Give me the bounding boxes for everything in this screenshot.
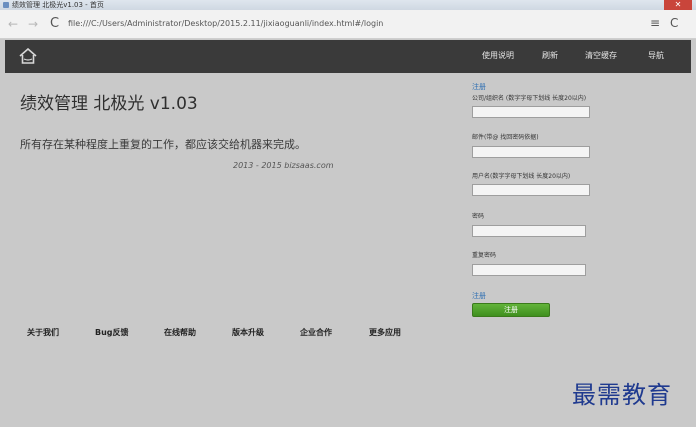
register-top-link[interactable]: 注册 [472, 83, 486, 92]
repeat-password-field-label: 重复密码 [472, 252, 497, 259]
refresh-icon[interactable]: C [670, 16, 678, 30]
browser-toolbar: ← → C file:///C:/Users/Administrator/Des… [0, 10, 696, 39]
nav-link-refresh[interactable]: 刷新 [542, 51, 558, 61]
home-icon[interactable] [19, 48, 37, 64]
window-titlebar: 绩效管理 北极光v1.03 - 首页 ✕ [0, 0, 696, 10]
nav-link-navigation[interactable]: 导航 [648, 51, 664, 61]
footer-link-about[interactable]: 关于我们 [27, 328, 59, 338]
slogan-text: 所有存在某种程度上重复的工作，都应该交给机器来完成。 [20, 138, 306, 151]
watermark-logo: 最需教育 [572, 381, 672, 409]
copyright-text: 2013 - 2015 bizsaas.com [233, 161, 334, 170]
email-field-label: 邮件(带@ 找回密码依据) [472, 134, 539, 141]
window-close-button[interactable]: ✕ [664, 0, 692, 10]
browser-menu-icon[interactable]: ≡ [650, 16, 660, 30]
footer-link-upgrade[interactable]: 版本升级 [232, 328, 264, 338]
register-submit-button[interactable]: 注册 [472, 303, 550, 317]
page-title: 绩效管理 北极光 v1.03 [20, 94, 198, 114]
nav-link-clear-cache[interactable]: 清空缓存 [585, 51, 617, 61]
address-bar[interactable]: file:///C:/Users/Administrator/Desktop/2… [68, 16, 628, 32]
password-field-label: 密码 [472, 213, 485, 220]
back-arrow-icon[interactable]: ← [8, 18, 18, 30]
company-field-label: 公司/组织名 (数字字母下划线 长度20以内) [472, 95, 587, 102]
footer-link-partnership[interactable]: 企业合作 [300, 328, 332, 338]
password-input[interactable] [472, 225, 586, 237]
footer-link-help[interactable]: 在线帮助 [164, 328, 196, 338]
footer-link-more-apps[interactable]: 更多应用 [369, 328, 401, 338]
window-title: 绩效管理 北极光v1.03 - 首页 [12, 1, 104, 9]
browser-app-icon [3, 2, 9, 8]
forward-arrow-icon[interactable]: → [28, 18, 38, 30]
company-input[interactable] [472, 106, 590, 118]
reload-icon[interactable]: C [50, 17, 59, 30]
repeat-password-input[interactable] [472, 264, 586, 276]
username-input[interactable] [472, 184, 590, 196]
nav-link-usage-guide[interactable]: 使用说明 [482, 51, 514, 61]
footer-link-bug-report[interactable]: Bug反馈 [95, 328, 129, 338]
email-input[interactable] [472, 146, 590, 158]
username-field-label: 用户名(数字字母下划线 长度20以内) [472, 173, 571, 180]
app-navbar: 使用说明 刷新 清空缓存 导航 [5, 40, 691, 73]
register-bottom-link[interactable]: 注册 [472, 292, 486, 301]
